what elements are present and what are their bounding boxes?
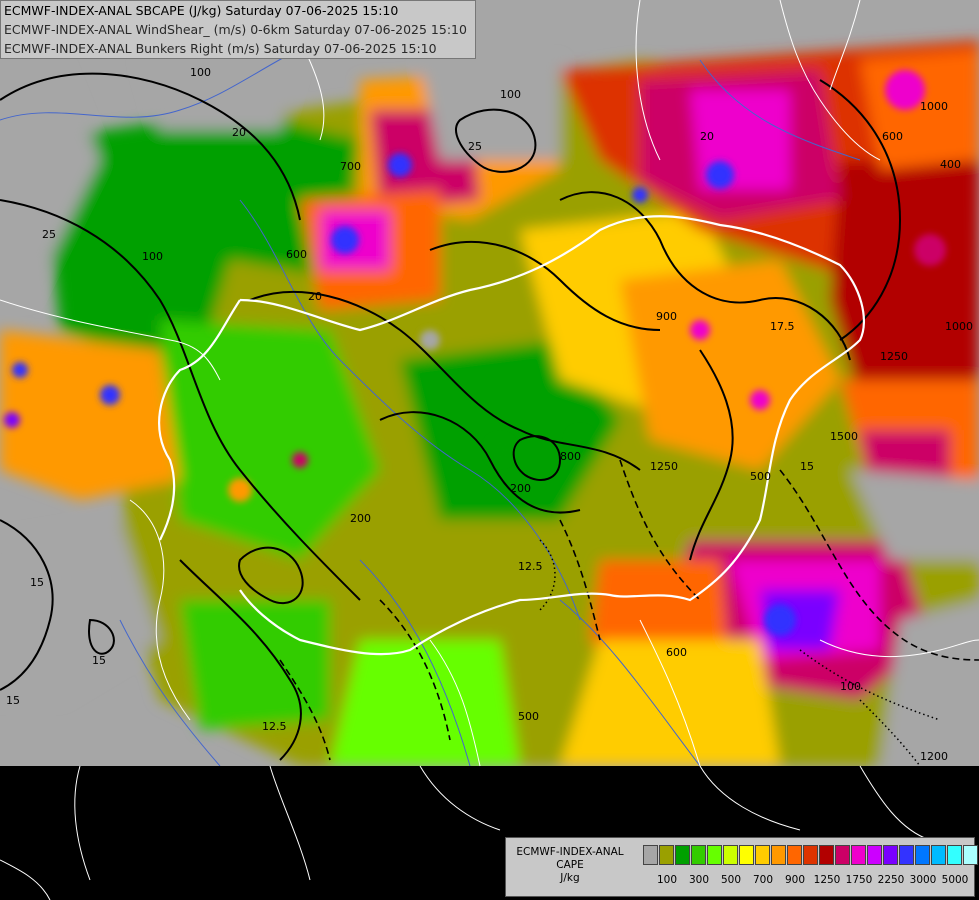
map-label: 100: [142, 250, 163, 263]
legend-source: ECMWF-INDEX-ANAL: [516, 846, 624, 858]
legend-tick: 300: [688, 874, 710, 886]
map-label: 500: [750, 470, 771, 483]
map-label: 1250: [650, 460, 678, 473]
map-label: 15: [800, 460, 814, 473]
legend-swatch: [963, 845, 978, 865]
legend-swatch: [755, 845, 770, 865]
map-label: 12.5: [262, 720, 287, 733]
cape-legend: ECMWF-INDEX-ANAL CAPE J/kg 100 300 500 700 9…: [505, 837, 978, 897]
map-label: 15: [92, 654, 106, 667]
legend-tick: 100: [656, 874, 678, 886]
legend-swatch: [867, 845, 882, 865]
map-label: 1200: [920, 750, 948, 763]
legend-swatch: [851, 845, 866, 865]
map-label: 700: [340, 160, 361, 173]
legend-swatch: [707, 845, 722, 865]
map-label: 1000: [945, 320, 973, 333]
map-label: 200: [510, 482, 531, 495]
map-label: 600: [286, 248, 307, 261]
header-bunkers: ECMWF-INDEX-ANAL Bunkers Right (m/s) Sat…: [4, 41, 437, 56]
legend-tick: 500: [720, 874, 742, 886]
legend-tick: 900: [784, 874, 806, 886]
map-label: 15: [30, 576, 44, 589]
legend-swatch: [739, 845, 754, 865]
legend-unit: J/kg: [560, 872, 580, 884]
legend-swatch: [835, 845, 850, 865]
legend-swatch: [643, 845, 658, 865]
legend-swatch: [899, 845, 914, 865]
legend-swatch: [787, 845, 802, 865]
legend-swatch: [723, 845, 738, 865]
legend-tick: 5000: [941, 874, 969, 886]
legend-title: ECMWF-INDEX-ANAL CAPE J/kg: [506, 846, 634, 885]
map-label: 15: [6, 694, 20, 707]
legend-swatch: [803, 845, 818, 865]
map-label: 500: [518, 710, 539, 723]
legend-swatch: [771, 845, 786, 865]
legend-tick: 700: [752, 874, 774, 886]
map-label: 20: [700, 130, 714, 143]
header-windshear: ECMWF-INDEX-ANAL WindShear_ (m/s) 0-6km …: [4, 22, 467, 37]
legend-swatch: [883, 845, 898, 865]
legend-swatch: [675, 845, 690, 865]
map-view: 100 20 25 700 100 1000 600 25 100 20 600…: [0, 0, 979, 900]
map-label: 25: [468, 140, 482, 153]
legend-tick: 1250: [813, 874, 841, 886]
map-label: 100: [190, 66, 211, 79]
legend-swatch: [691, 845, 706, 865]
header-sbcape: ECMWF-INDEX-ANAL SBCAPE (J/kg) Saturday …: [4, 3, 399, 18]
legend-swatch: [659, 845, 674, 865]
legend-tick-labels: 100 300 500 700 900 1250 1750 2250 3000 5000: [636, 874, 969, 888]
map-label: 100: [840, 680, 861, 693]
legend-swatch: [931, 845, 946, 865]
legend-color-scale: [643, 845, 979, 865]
map-label: 12.5: [518, 560, 543, 573]
map-label: 25: [42, 228, 56, 241]
map-label: 200: [350, 512, 371, 525]
map-label: 20: [308, 290, 322, 303]
map-label: 20: [232, 126, 246, 139]
cape-field: [0, 0, 979, 766]
legend-swatch: [947, 845, 962, 865]
map-label: 1000: [920, 100, 948, 113]
legend-swatch: [915, 845, 930, 865]
map-label: 400: [940, 158, 961, 171]
legend-swatch: [819, 845, 834, 865]
legend-tick: 3000: [909, 874, 937, 886]
map-label: 600: [666, 646, 687, 659]
cape-map[interactable]: 100 20 25 700 100 1000 600 25 100 20 600…: [0, 0, 979, 900]
legend-tick: 2250: [877, 874, 905, 886]
map-label: 100: [500, 88, 521, 101]
map-label: 900: [656, 310, 677, 323]
map-label: 600: [882, 130, 903, 143]
legend-variable: CAPE: [556, 859, 584, 871]
map-label: 800: [560, 450, 581, 463]
map-label: 1500: [830, 430, 858, 443]
map-header: ECMWF-INDEX-ANAL SBCAPE (J/kg) Saturday …: [0, 0, 476, 59]
legend-tick: 1750: [845, 874, 873, 886]
map-label: 1250: [880, 350, 908, 363]
map-label: 17.5: [770, 320, 795, 333]
